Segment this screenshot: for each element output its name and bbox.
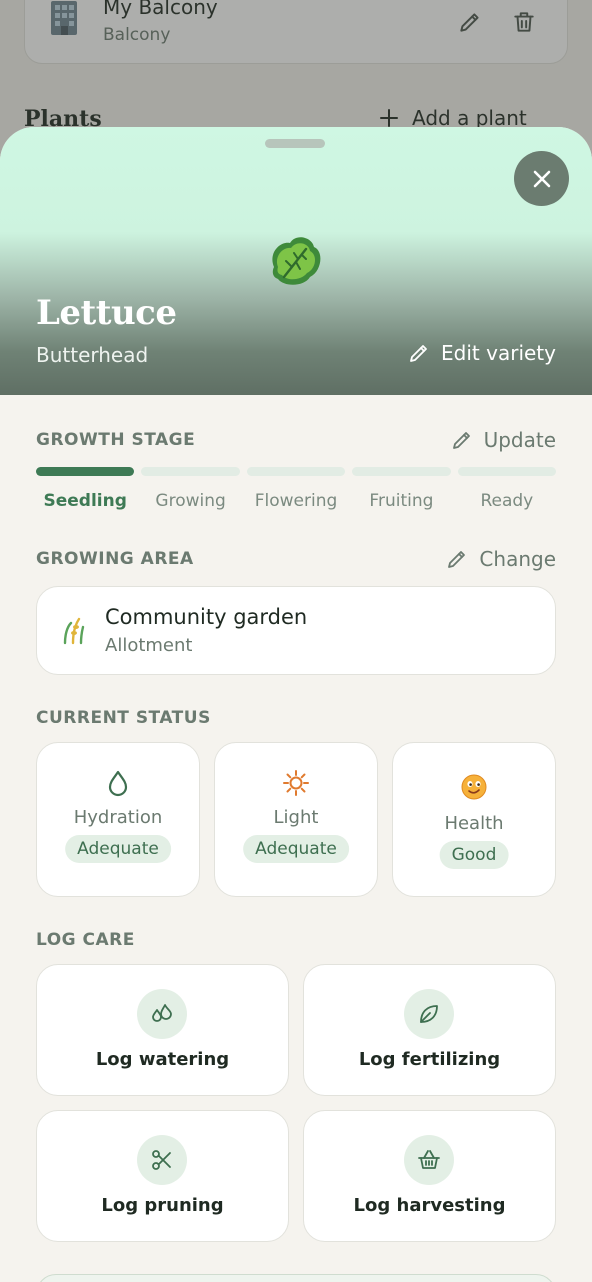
stage-label-flowering: Flowering xyxy=(254,491,338,511)
edit-variety-button[interactable]: Edit variety xyxy=(407,341,556,365)
status-name: Hydration xyxy=(73,807,163,828)
close-button[interactable] xyxy=(514,151,569,206)
lettuce-icon xyxy=(272,237,321,285)
update-stage-label: Update xyxy=(483,428,556,452)
stage-label-growing: Growing xyxy=(155,491,226,511)
status-name: Light xyxy=(273,807,319,828)
pencil-icon xyxy=(410,345,427,362)
growing-area-name: Community garden xyxy=(105,605,308,629)
close-icon xyxy=(533,170,550,187)
stage-bar-fruiting xyxy=(352,467,451,476)
plant-variety: Butterhead xyxy=(36,343,149,367)
change-area-label: Change xyxy=(479,547,556,571)
log-pruning-button[interactable]: Log pruning xyxy=(36,1110,289,1242)
care-icon-wrap xyxy=(404,989,454,1039)
status-badge: Good xyxy=(439,841,509,869)
care-label: Log harvesting xyxy=(353,1195,506,1216)
care-icon-wrap xyxy=(404,1135,454,1185)
droplets-icon xyxy=(152,1004,172,1022)
plant-name: Lettuce xyxy=(36,293,177,333)
status-card-health: Health Good xyxy=(392,742,556,897)
stage-label-ready: Ready xyxy=(480,491,534,511)
stage-label-fruiting: Fruiting xyxy=(369,491,434,511)
care-icon-wrap xyxy=(137,989,187,1039)
growth-stage-labels: Seedling Growing Flowering Fruiting Read… xyxy=(36,491,556,511)
status-badge: Adequate xyxy=(65,835,171,863)
care-icon-wrap xyxy=(137,1135,187,1185)
smiley-face-icon xyxy=(461,774,487,800)
scissors-icon xyxy=(152,1150,171,1170)
sun-icon xyxy=(283,770,309,796)
pencil-icon xyxy=(452,432,470,449)
next-section-card[interactable] xyxy=(36,1274,556,1282)
stage-bar-flowering xyxy=(246,467,346,476)
care-label: Log fertilizing xyxy=(358,1049,501,1070)
log-care-heading: LOG CARE xyxy=(36,930,135,950)
status-badge: Adequate xyxy=(243,835,349,863)
stage-bar-growing xyxy=(141,467,240,476)
stage-bar-seedling xyxy=(36,467,135,476)
water-drop-icon xyxy=(108,770,128,797)
change-area-button[interactable]: Change xyxy=(445,547,556,571)
log-watering-button[interactable]: Log watering xyxy=(36,964,289,1096)
status-card-hydration: Hydration Adequate xyxy=(36,742,200,897)
log-harvesting-button[interactable]: Log harvesting xyxy=(303,1110,556,1242)
edit-variety-label: Edit variety xyxy=(441,341,556,365)
care-label: Log pruning xyxy=(101,1195,224,1216)
growing-area-heading: GROWING AREA xyxy=(36,549,194,569)
plant-hero: Lettuce Butterhead Edit variety xyxy=(0,127,592,395)
basket-icon xyxy=(418,1150,440,1169)
current-status-heading: CURRENT STATUS xyxy=(36,708,211,728)
crop-field-icon xyxy=(63,617,85,645)
care-label: Log watering xyxy=(95,1049,230,1070)
growth-stage-heading: GROWTH STAGE xyxy=(36,430,196,450)
status-card-light: Light Adequate xyxy=(214,742,378,897)
growing-area-type: Allotment xyxy=(105,635,193,656)
pencil-icon xyxy=(448,551,466,568)
plant-detail-sheet: Lettuce Butterhead Edit variety GROWTH S… xyxy=(0,127,592,1282)
leaf-icon xyxy=(420,1005,438,1023)
stage-label-seedling: Seedling xyxy=(43,491,127,511)
update-stage-button[interactable]: Update xyxy=(450,428,556,452)
growing-area-card[interactable]: Community garden Allotment xyxy=(36,586,556,675)
log-fertilizing-button[interactable]: Log fertilizing xyxy=(303,964,556,1096)
status-name: Health xyxy=(444,813,504,834)
growth-stage-progress xyxy=(36,467,557,476)
stage-bar-ready xyxy=(457,467,557,476)
drag-handle[interactable] xyxy=(265,139,325,148)
